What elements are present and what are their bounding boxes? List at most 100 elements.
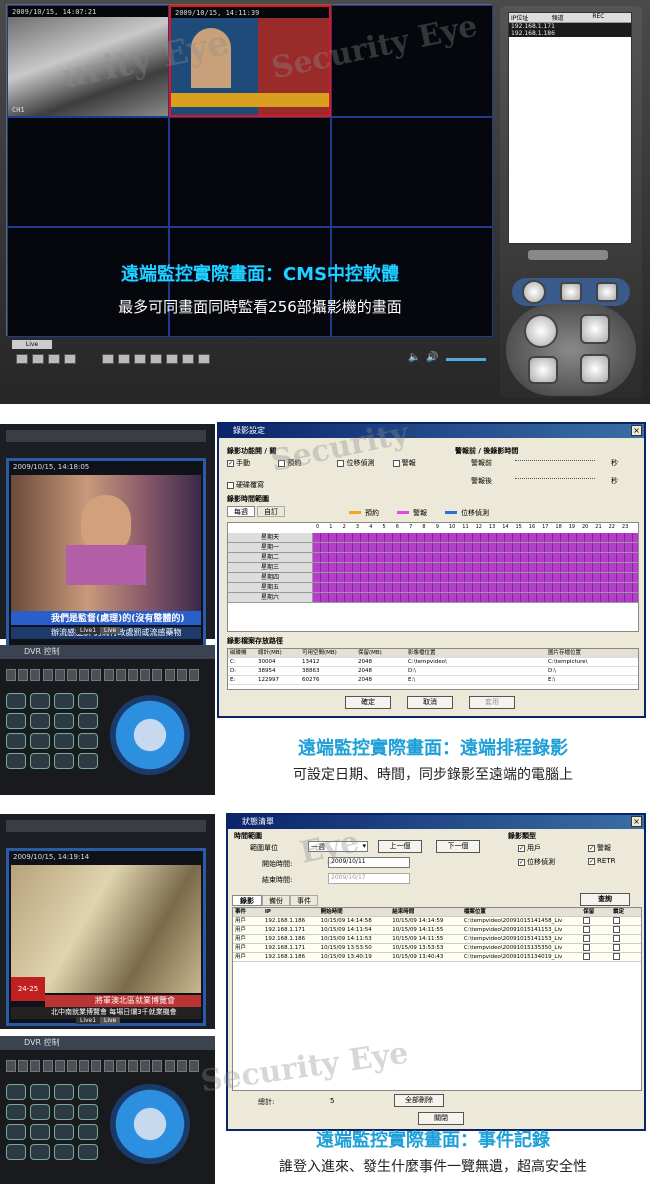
schedule-bar[interactable] <box>313 573 638 582</box>
close-icon[interactable]: × <box>631 816 642 827</box>
function-button[interactable] <box>54 1084 74 1100</box>
channel-button[interactable] <box>30 1060 41 1072</box>
overwrite-option[interactable]: 硬碟覆寫 <box>227 480 264 490</box>
layout-button[interactable] <box>64 354 76 364</box>
apply-button[interactable]: 套用 <box>469 696 515 709</box>
option-alarm[interactable]: 警報 <box>392 459 416 467</box>
day-row[interactable]: 星期三 <box>228 563 638 573</box>
option-manual[interactable]: ✓ 手動 <box>227 459 250 467</box>
checkbox[interactable] <box>583 935 591 942</box>
video-frame[interactable]: 2009/10/15, 14:18:05 我們是監督(處理)的(沒有整體的) 辦… <box>6 458 206 648</box>
log-icon[interactable] <box>580 354 610 384</box>
channel-button[interactable] <box>103 1060 114 1072</box>
channel-button[interactable] <box>54 669 65 681</box>
function-button[interactable] <box>54 713 74 729</box>
channel-button[interactable] <box>79 669 90 681</box>
next-button[interactable]: 下一個 <box>436 840 480 853</box>
function-button[interactable] <box>30 693 50 709</box>
camera-cell-3[interactable] <box>331 5 493 117</box>
layout-button[interactable] <box>102 354 114 364</box>
channel-button[interactable] <box>18 669 29 681</box>
rec-type-motion[interactable]: ✓ 位移偵測 <box>518 857 555 867</box>
channel-button[interactable] <box>91 1060 102 1072</box>
function-button[interactable] <box>30 733 50 749</box>
function-button[interactable] <box>30 1124 50 1140</box>
checkbox[interactable] <box>613 926 621 933</box>
search-button[interactable]: 查詢 <box>580 893 630 906</box>
table-row[interactable]: 192.168.1.171 <box>509 23 631 30</box>
function-button[interactable] <box>78 1084 98 1100</box>
channel-button[interactable] <box>128 669 138 681</box>
checkbox[interactable] <box>613 917 621 924</box>
function-button[interactable] <box>78 1104 98 1120</box>
channel-button[interactable] <box>67 1060 77 1072</box>
option-schedule[interactable]: 預約 <box>278 459 301 467</box>
checkbox[interactable]: ✓ <box>518 844 525 852</box>
day-row[interactable]: 星期四 <box>228 573 638 583</box>
function-button[interactable] <box>54 693 74 709</box>
tab-event[interactable]: 事件 <box>290 895 318 906</box>
tab-live[interactable]: Live <box>100 1017 121 1024</box>
rec-type-alarm[interactable]: ✓ 警報 <box>588 843 611 853</box>
day-row[interactable]: 星期天 <box>228 533 638 543</box>
checkbox[interactable] <box>613 935 621 942</box>
panel-toolbar[interactable] <box>528 250 608 260</box>
post-alarm-slider[interactable] <box>515 478 595 479</box>
channel-button[interactable] <box>152 1060 163 1072</box>
layout-button[interactable] <box>150 354 162 364</box>
day-row[interactable]: 星期六 <box>228 593 638 603</box>
function-button[interactable] <box>6 1084 26 1100</box>
close-button[interactable]: 關閉 <box>418 1112 464 1125</box>
schedule-bar[interactable] <box>313 593 638 602</box>
function-button[interactable] <box>54 1144 74 1160</box>
channel-button[interactable] <box>115 669 126 681</box>
camera-cell-5[interactable] <box>169 117 331 227</box>
schedule-icon[interactable] <box>580 314 610 344</box>
camera-cell-1[interactable]: 2009/10/15, 14:07:21 CH1 <box>7 5 169 117</box>
channel-button[interactable] <box>115 1060 126 1072</box>
layout-button[interactable] <box>166 354 178 364</box>
viewer-toolbar[interactable] <box>6 820 206 832</box>
tab-live1[interactable]: Live1 <box>76 1017 101 1024</box>
channel-button[interactable] <box>140 1060 151 1072</box>
checkbox[interactable]: ✓ <box>588 844 595 852</box>
checkbox[interactable] <box>392 459 400 467</box>
function-button[interactable] <box>30 1144 50 1160</box>
snapshot-icon[interactable] <box>528 356 558 384</box>
schedule-bar[interactable] <box>313 583 638 592</box>
layout-button[interactable] <box>16 354 28 364</box>
checkbox[interactable] <box>337 459 345 467</box>
function-button[interactable] <box>6 713 26 729</box>
channel-button[interactable] <box>152 669 163 681</box>
volume-slider[interactable] <box>446 358 486 361</box>
table-row[interactable]: D: 38954 38863 2048 D:\ D:\ <box>228 667 638 676</box>
schedule-bar[interactable] <box>313 553 638 562</box>
camera-cell-6[interactable] <box>331 117 493 227</box>
table-row[interactable]: 用戶 192.168.1.186 10/15/09 13:40:19 10/15/09… <box>233 953 641 962</box>
tab-live[interactable]: Live <box>12 340 52 349</box>
chevron-down-icon[interactable]: ▾ <box>362 842 366 850</box>
channel-button[interactable] <box>140 669 151 681</box>
checkbox-cell[interactable] <box>611 917 641 925</box>
network-icon[interactable] <box>596 282 618 302</box>
camera-cell-2[interactable]: 2009/10/15, 14:11:39 <box>169 5 331 117</box>
channel-button[interactable] <box>6 669 16 681</box>
table-row[interactable]: 用戶 192.168.1.171 10/15/09 13:53:50 10/15/09… <box>233 944 641 953</box>
table-row[interactable]: 用戶 192.168.1.186 10/15/09 14:14:58 10/15/09… <box>233 917 641 926</box>
day-row[interactable]: 星期二 <box>228 553 638 563</box>
gear-icon[interactable] <box>522 280 546 304</box>
camera-cell-4[interactable] <box>7 117 169 227</box>
layout-button[interactable] <box>198 354 210 364</box>
end-time-field[interactable]: 2009/10/17 <box>328 873 410 884</box>
schedule-bar[interactable] <box>313 543 638 552</box>
checkbox[interactable] <box>583 917 591 924</box>
schedule-bar[interactable] <box>313 533 638 542</box>
day-row[interactable]: 星期五 <box>228 583 638 593</box>
delete-all-button[interactable]: 全部刪除 <box>394 1094 444 1107</box>
channel-button[interactable] <box>164 669 175 681</box>
layout-button[interactable] <box>118 354 130 364</box>
function-button[interactable] <box>30 713 50 729</box>
pre-alarm-slider[interactable] <box>515 460 595 461</box>
viewer-toolbar[interactable] <box>6 430 206 442</box>
function-button[interactable] <box>54 753 74 769</box>
